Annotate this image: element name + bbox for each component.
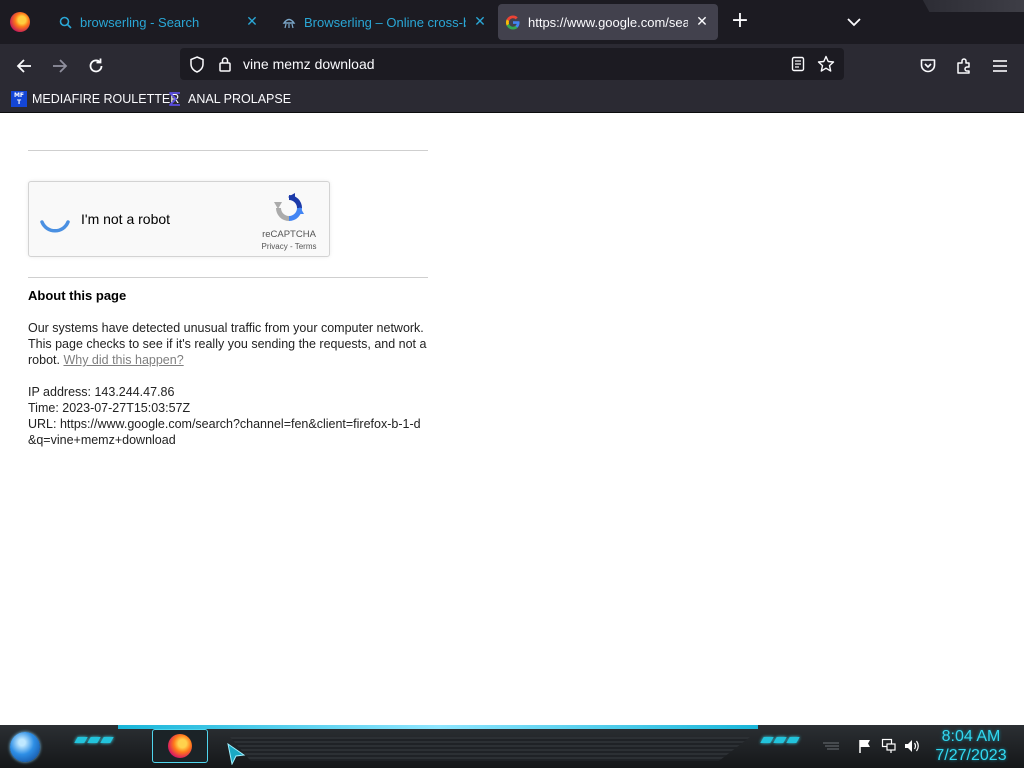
unusual-traffic-message: Our systems have detected unusual traffi… xyxy=(28,320,428,368)
tab-title: https://www.google.com/search?channel=fe… xyxy=(528,14,688,30)
hamburger-menu-icon[interactable] xyxy=(986,52,1014,80)
close-tab-icon[interactable]: ✕ xyxy=(472,14,488,30)
volume-icon[interactable] xyxy=(904,737,922,755)
recaptcha-widget: I'm not a robot reCAPTCHA Privacy - Term… xyxy=(28,181,330,257)
recaptcha-links: Privacy - Terms xyxy=(257,242,321,251)
bookmark-mediafire-rouletter[interactable]: MF T MEDIAFIRE ROULETTER xyxy=(11,90,179,108)
close-tab-icon[interactable]: ✕ xyxy=(244,14,260,30)
system-clock[interactable]: 8:04 AM 7/27/2023 xyxy=(930,727,1012,765)
tab-google-search[interactable]: https://www.google.com/search?channel=fe… xyxy=(498,4,718,40)
show-hidden-icons[interactable] xyxy=(822,737,840,755)
window-decoration xyxy=(922,0,1024,12)
firefox-icon xyxy=(168,734,192,758)
tab-bar: browserling - Search ✕ Browserling – Onl… xyxy=(0,0,1024,44)
url-line: URL: https://www.google.com/search?chann… xyxy=(28,417,421,447)
reload-icon[interactable] xyxy=(82,52,110,80)
firefox-menu-icon[interactable] xyxy=(10,12,30,32)
clock-date: 7/27/2023 xyxy=(935,747,1007,764)
tracking-protection-shield-icon[interactable] xyxy=(187,54,207,74)
ip-address-line: IP address: 143.244.47.86 xyxy=(28,385,175,399)
divider xyxy=(28,150,428,151)
lock-icon[interactable] xyxy=(215,54,235,74)
bookmarks-toolbar: MF T MEDIAFIRE ROULETTER ANAL PROLAPSE xyxy=(0,86,1024,113)
bookmark-label: MEDIAFIRE ROULETTER xyxy=(32,92,180,106)
recaptcha-label: I'm not a robot xyxy=(81,211,171,227)
google-icon xyxy=(506,15,520,29)
search-icon xyxy=(58,15,72,29)
mouse-cursor-icon xyxy=(226,742,246,766)
navigation-toolbar: vine memz download xyxy=(0,44,1024,86)
start-orb-icon[interactable] xyxy=(6,730,44,764)
about-heading: About this page xyxy=(28,288,127,303)
new-tab-icon[interactable]: + xyxy=(728,10,752,34)
page-content: I'm not a robot reCAPTCHA Privacy - Term… xyxy=(0,113,1024,725)
address-bar[interactable]: vine memz download xyxy=(180,48,844,80)
privacy-link[interactable]: Privacy xyxy=(262,242,288,251)
bookmark-star-icon[interactable] xyxy=(816,54,836,74)
divider xyxy=(28,277,428,278)
why-did-this-happen-link[interactable]: Why did this happen? xyxy=(63,353,183,367)
taskbar: 8:04 AM 7/27/2023 xyxy=(0,725,1024,768)
tab-title: browserling - Search xyxy=(80,14,200,30)
sigma-icon xyxy=(167,91,183,107)
back-arrow-icon[interactable] xyxy=(10,52,38,80)
tab-browserling-home[interactable]: Browserling – Online cross-browser testi… xyxy=(270,4,496,40)
close-tab-icon[interactable]: ✕ xyxy=(694,14,710,30)
tab-browserling-search[interactable]: browserling - Search ✕ xyxy=(46,4,268,40)
recaptcha-logo-icon xyxy=(273,192,305,224)
taskbar-decoration-right xyxy=(760,737,800,743)
recaptcha-brand: reCAPTCHA xyxy=(262,229,316,240)
forward-arrow-icon[interactable] xyxy=(46,52,74,80)
taskbar-glow xyxy=(118,725,758,729)
clock-time: 8:04 AM xyxy=(941,728,1001,745)
bookmark-anal-prolapse[interactable]: ANAL PROLAPSE xyxy=(167,90,291,108)
list-all-tabs-icon[interactable] xyxy=(842,12,866,32)
network-icon[interactable] xyxy=(880,737,898,755)
taskbar-firefox-button[interactable] xyxy=(152,729,208,763)
action-center-flag-icon[interactable] xyxy=(856,737,874,755)
taskbar-rail xyxy=(230,737,750,761)
mft-icon: MF T xyxy=(11,91,27,107)
extensions-icon[interactable] xyxy=(950,52,978,80)
url-input[interactable]: vine memz download xyxy=(243,56,375,72)
reader-view-icon[interactable] xyxy=(788,54,808,74)
terms-link[interactable]: Terms xyxy=(295,242,317,251)
taskbar-decoration-left xyxy=(74,737,114,743)
bookmark-label: ANAL PROLAPSE xyxy=(188,92,292,106)
pocket-icon[interactable] xyxy=(914,52,942,80)
recaptcha-checkbox-spinner[interactable] xyxy=(37,202,73,238)
time-line: Time: 2023-07-27T15:03:57Z xyxy=(28,401,191,415)
browserling-icon xyxy=(282,15,296,29)
link-separator: - xyxy=(287,242,295,251)
tab-title: Browserling – Online cross-browser testi… xyxy=(304,14,466,30)
